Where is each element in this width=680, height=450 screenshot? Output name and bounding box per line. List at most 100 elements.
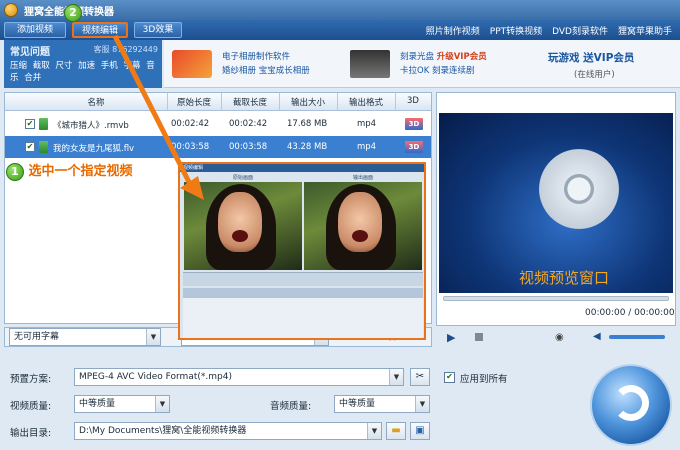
- preview-panel: 视频预览窗口 00:00:00 / 00:00:00 ▶ ◉ ◀: [436, 92, 676, 344]
- output-dir-value: D:\My Documents\狸窝\全能视频转换器: [79, 426, 247, 436]
- video-quality-value: 中等质量: [79, 399, 116, 409]
- output-frame-image: [304, 182, 422, 270]
- editor-form[interactable]: [183, 298, 423, 338]
- film-reel-icon: [539, 149, 619, 229]
- toolbar-links: 照片制作视频 PPT转换视频 DVD刻录软件 狸窝苹果助手: [426, 24, 672, 37]
- orig-label: 原始画面: [232, 175, 253, 181]
- 3d-effect-button[interactable]: 3D效果: [134, 22, 182, 38]
- ad-burn[interactable]: 刻录光盘 升级VIP会员: [400, 51, 487, 63]
- output-label: 输出画面: [352, 175, 373, 181]
- col-format[interactable]: 输出格式: [337, 96, 395, 108]
- link-photo-video[interactable]: 照片制作视频: [426, 24, 480, 37]
- ad-album[interactable]: 电子相册制作软件: [222, 51, 290, 63]
- link-ppt-video[interactable]: PPT转换视频: [490, 24, 542, 37]
- col-3d[interactable]: 3D: [395, 96, 431, 106]
- preview-screen: 视频预览窗口: [439, 113, 673, 293]
- row-format: mp4: [357, 119, 377, 129]
- row-name: 《城市猎人》.rmvb: [53, 121, 129, 131]
- audio-quality-label: 音频质量:: [270, 401, 312, 412]
- list-header: 名称 原始长度 截取长度 输出大小 输出格式 3D: [5, 93, 431, 111]
- original-frame-image: [184, 182, 302, 270]
- apply-all-label: 应用到所有: [460, 374, 508, 385]
- 3d-toggle-icon[interactable]: 3D: [405, 141, 423, 153]
- link-dvd[interactable]: DVD刻录软件: [552, 24, 608, 37]
- editor-controls[interactable]: [183, 272, 423, 286]
- editor-tabs[interactable]: [183, 288, 423, 298]
- row-cut: 00:03:58: [229, 142, 268, 152]
- burn-disc-icon: [350, 50, 390, 78]
- chevron-down-icon: ▼: [415, 396, 429, 412]
- camera-icon[interactable]: ◉: [555, 332, 564, 343]
- preset-select[interactable]: MPEG-4 AVC Video Format(*.mp4) ▼: [74, 368, 404, 386]
- subtitle-value: 无可用字幕: [14, 332, 60, 342]
- chevron-down-icon: ▼: [367, 423, 381, 439]
- faq-title: 常见问题: [10, 47, 50, 58]
- chevron-down-icon: ▼: [155, 396, 169, 412]
- row-cut: 00:02:42: [229, 119, 268, 129]
- table-row[interactable]: ✔ 《城市猎人》.rmvb 00:02:42 00:02:42 17.68 MB…: [5, 113, 431, 135]
- preset-value: MPEG-4 AVC Video Format(*.mp4): [79, 372, 232, 382]
- ad-karaoke[interactable]: 卡拉OK 刻录连续剧: [400, 65, 474, 77]
- add-video-button[interactable]: 添加视频: [4, 22, 66, 38]
- stop-icon[interactable]: [475, 333, 483, 341]
- seek-bar[interactable]: [443, 296, 669, 301]
- row-size: 17.68 MB: [287, 119, 328, 129]
- video-editor-dialog: 视频编辑 原始画面 输出画面: [178, 162, 426, 340]
- output-dir-select[interactable]: D:\My Documents\狸窝\全能视频转换器 ▼: [74, 422, 382, 440]
- ad-album-sub[interactable]: 婚纱相册 宝宝成长相册: [222, 65, 310, 77]
- time-display: 00:00:00 / 00:00:00: [585, 308, 675, 318]
- row-checkbox[interactable]: ✔: [25, 142, 35, 152]
- col-name[interactable]: 名称: [25, 96, 167, 108]
- volume-icon[interactable]: ◀: [593, 331, 601, 342]
- row-format: mp4: [357, 142, 377, 152]
- ad-banner: 电子相册制作软件 婚纱相册 宝宝成长相册 刻录光盘 升级VIP会员 卡拉OK 刻…: [164, 40, 680, 88]
- title-bar: 狸窝全能视频转换器: [0, 0, 680, 20]
- convert-icon: [613, 385, 649, 421]
- ppt-icon: [172, 50, 212, 78]
- video-file-icon: [39, 118, 48, 130]
- faq-panel: 常见问题 客服 876292449 压缩 截取 尺寸 加速 手机 字幕 音乐 合…: [4, 40, 162, 88]
- ad-burn-text: 刻录光盘: [400, 52, 435, 62]
- col-orig-length[interactable]: 原始长度: [167, 96, 221, 108]
- convert-button[interactable]: [590, 364, 672, 446]
- ad-game[interactable]: 玩游戏 送VIP会员: [548, 50, 634, 65]
- col-size[interactable]: 输出大小: [279, 96, 337, 108]
- chevron-down-icon: ▼: [389, 369, 403, 385]
- step-1-badge: 1: [6, 162, 24, 181]
- apply-all-checkbox[interactable]: ✔: [444, 372, 455, 383]
- ad-vip[interactable]: 升级VIP会员: [437, 52, 487, 62]
- volume-slider[interactable]: [609, 335, 665, 339]
- video-file-icon: [39, 141, 48, 153]
- preset-settings-icon[interactable]: ✂: [410, 368, 430, 386]
- app-logo-icon: [4, 3, 18, 17]
- output-dir-label: 输出目录:: [10, 428, 52, 439]
- settings-panel: 预置方案: MPEG-4 AVC Video Format(*.mp4) ▼ ✂…: [0, 360, 680, 450]
- audio-quality-select[interactable]: 中等质量 ▼: [334, 395, 430, 413]
- link-apple-helper[interactable]: 狸窝苹果助手: [618, 24, 672, 37]
- faq-qq: 客服 876292449: [93, 45, 158, 54]
- faq-links[interactable]: 压缩 截取 尺寸 加速 手机 字幕 音乐 合并: [10, 60, 160, 84]
- folder-icon[interactable]: ▬: [386, 422, 406, 440]
- preview-label: 视频预览窗口: [519, 269, 610, 287]
- step-1-annotation: 1 选中一个指定视频: [6, 160, 133, 181]
- step-1-text: 选中一个指定视频: [28, 164, 133, 179]
- row-name: 我的女友是九尾狐.flv: [53, 144, 135, 154]
- table-row-selected[interactable]: ✔ 我的女友是九尾狐.flv 00:03:58 00:03:58 43.28 M…: [5, 136, 431, 158]
- row-checkbox[interactable]: ✔: [25, 119, 35, 129]
- editor-title: 视频编辑: [180, 164, 424, 172]
- audio-quality-value: 中等质量: [339, 399, 376, 409]
- col-cut-length[interactable]: 截取长度: [221, 96, 279, 108]
- preset-label: 预置方案:: [10, 374, 52, 385]
- subtitle-select[interactable]: 无可用字幕 ▼: [9, 328, 161, 346]
- row-orig: 00:03:58: [171, 142, 210, 152]
- open-folder-icon[interactable]: ▣: [410, 422, 430, 440]
- video-quality-select[interactable]: 中等质量 ▼: [74, 395, 170, 413]
- video-quality-label: 视频质量:: [10, 401, 52, 412]
- play-icon[interactable]: ▶: [447, 331, 455, 344]
- 3d-toggle-icon[interactable]: 3D: [405, 118, 423, 130]
- toolbar: 添加视频 视频编辑 3D效果 照片制作视频 PPT转换视频 DVD刻录软件 狸窝…: [0, 20, 680, 40]
- row-orig: 00:02:42: [171, 119, 210, 129]
- chevron-down-icon: ▼: [146, 329, 160, 345]
- edit-video-button[interactable]: 视频编辑: [72, 22, 128, 38]
- ad-game-sub: (在线用户): [574, 70, 615, 80]
